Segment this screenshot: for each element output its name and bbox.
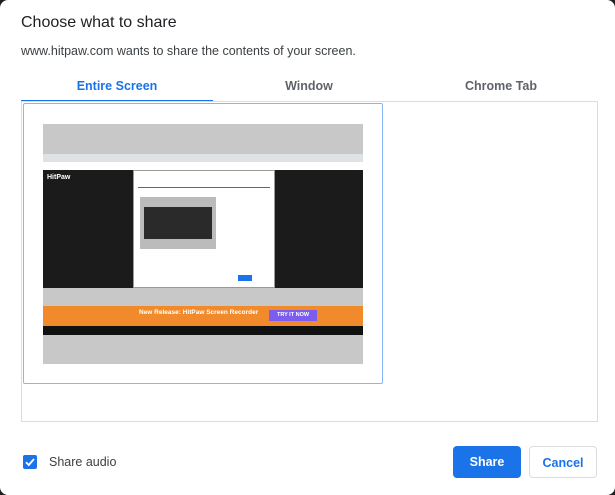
checkmark-icon [25,458,35,467]
share-dialog: Choose what to share www.hitpaw.com want… [0,0,615,495]
screen-thumbnail: HitPaw New Release: HitPaw Screen Record… [43,124,363,364]
thumbnail-banner-button: TRY IT NOW [269,310,317,321]
dialog-title: Choose what to share [21,14,177,31]
cancel-button[interactable]: Cancel [529,446,597,478]
thumbnail-logo: HitPaw [47,174,71,181]
dialog-subtitle: www.hitpaw.com wants to share the conten… [21,44,356,58]
thumbnail-mini-preview [140,197,216,249]
tab-window[interactable]: Window [213,70,405,102]
thumbnail-banner-text: New Release: HitPaw Screen Recorder [139,309,259,316]
thumbnail-mini-preview-inner [144,207,212,239]
tab-entire-screen[interactable]: Entire Screen [21,70,213,102]
share-audio-label: Share audio [49,455,117,469]
share-audio-checkbox[interactable] [23,455,37,469]
thumbnail-banner: New Release: HitPaw Screen Recorder TRY … [43,306,363,326]
screen-thumbnail-card[interactable]: HitPaw New Release: HitPaw Screen Record… [23,103,383,384]
thumbnail-taskbar [43,326,363,335]
share-button[interactable]: Share [453,446,521,478]
thumbnail-browser-tabs [43,154,363,162]
source-tabs: Entire Screen Window Chrome Tab [21,70,597,102]
thumbnail-mini-dialog [133,170,275,288]
thumbnail-mini-tabbar [138,187,270,188]
thumbnail-site-area: HitPaw [43,170,363,288]
tab-chrome-tab[interactable]: Chrome Tab [405,70,597,102]
thumbnail-mini-button [238,275,252,281]
source-list: HitPaw New Release: HitPaw Screen Record… [21,101,598,422]
